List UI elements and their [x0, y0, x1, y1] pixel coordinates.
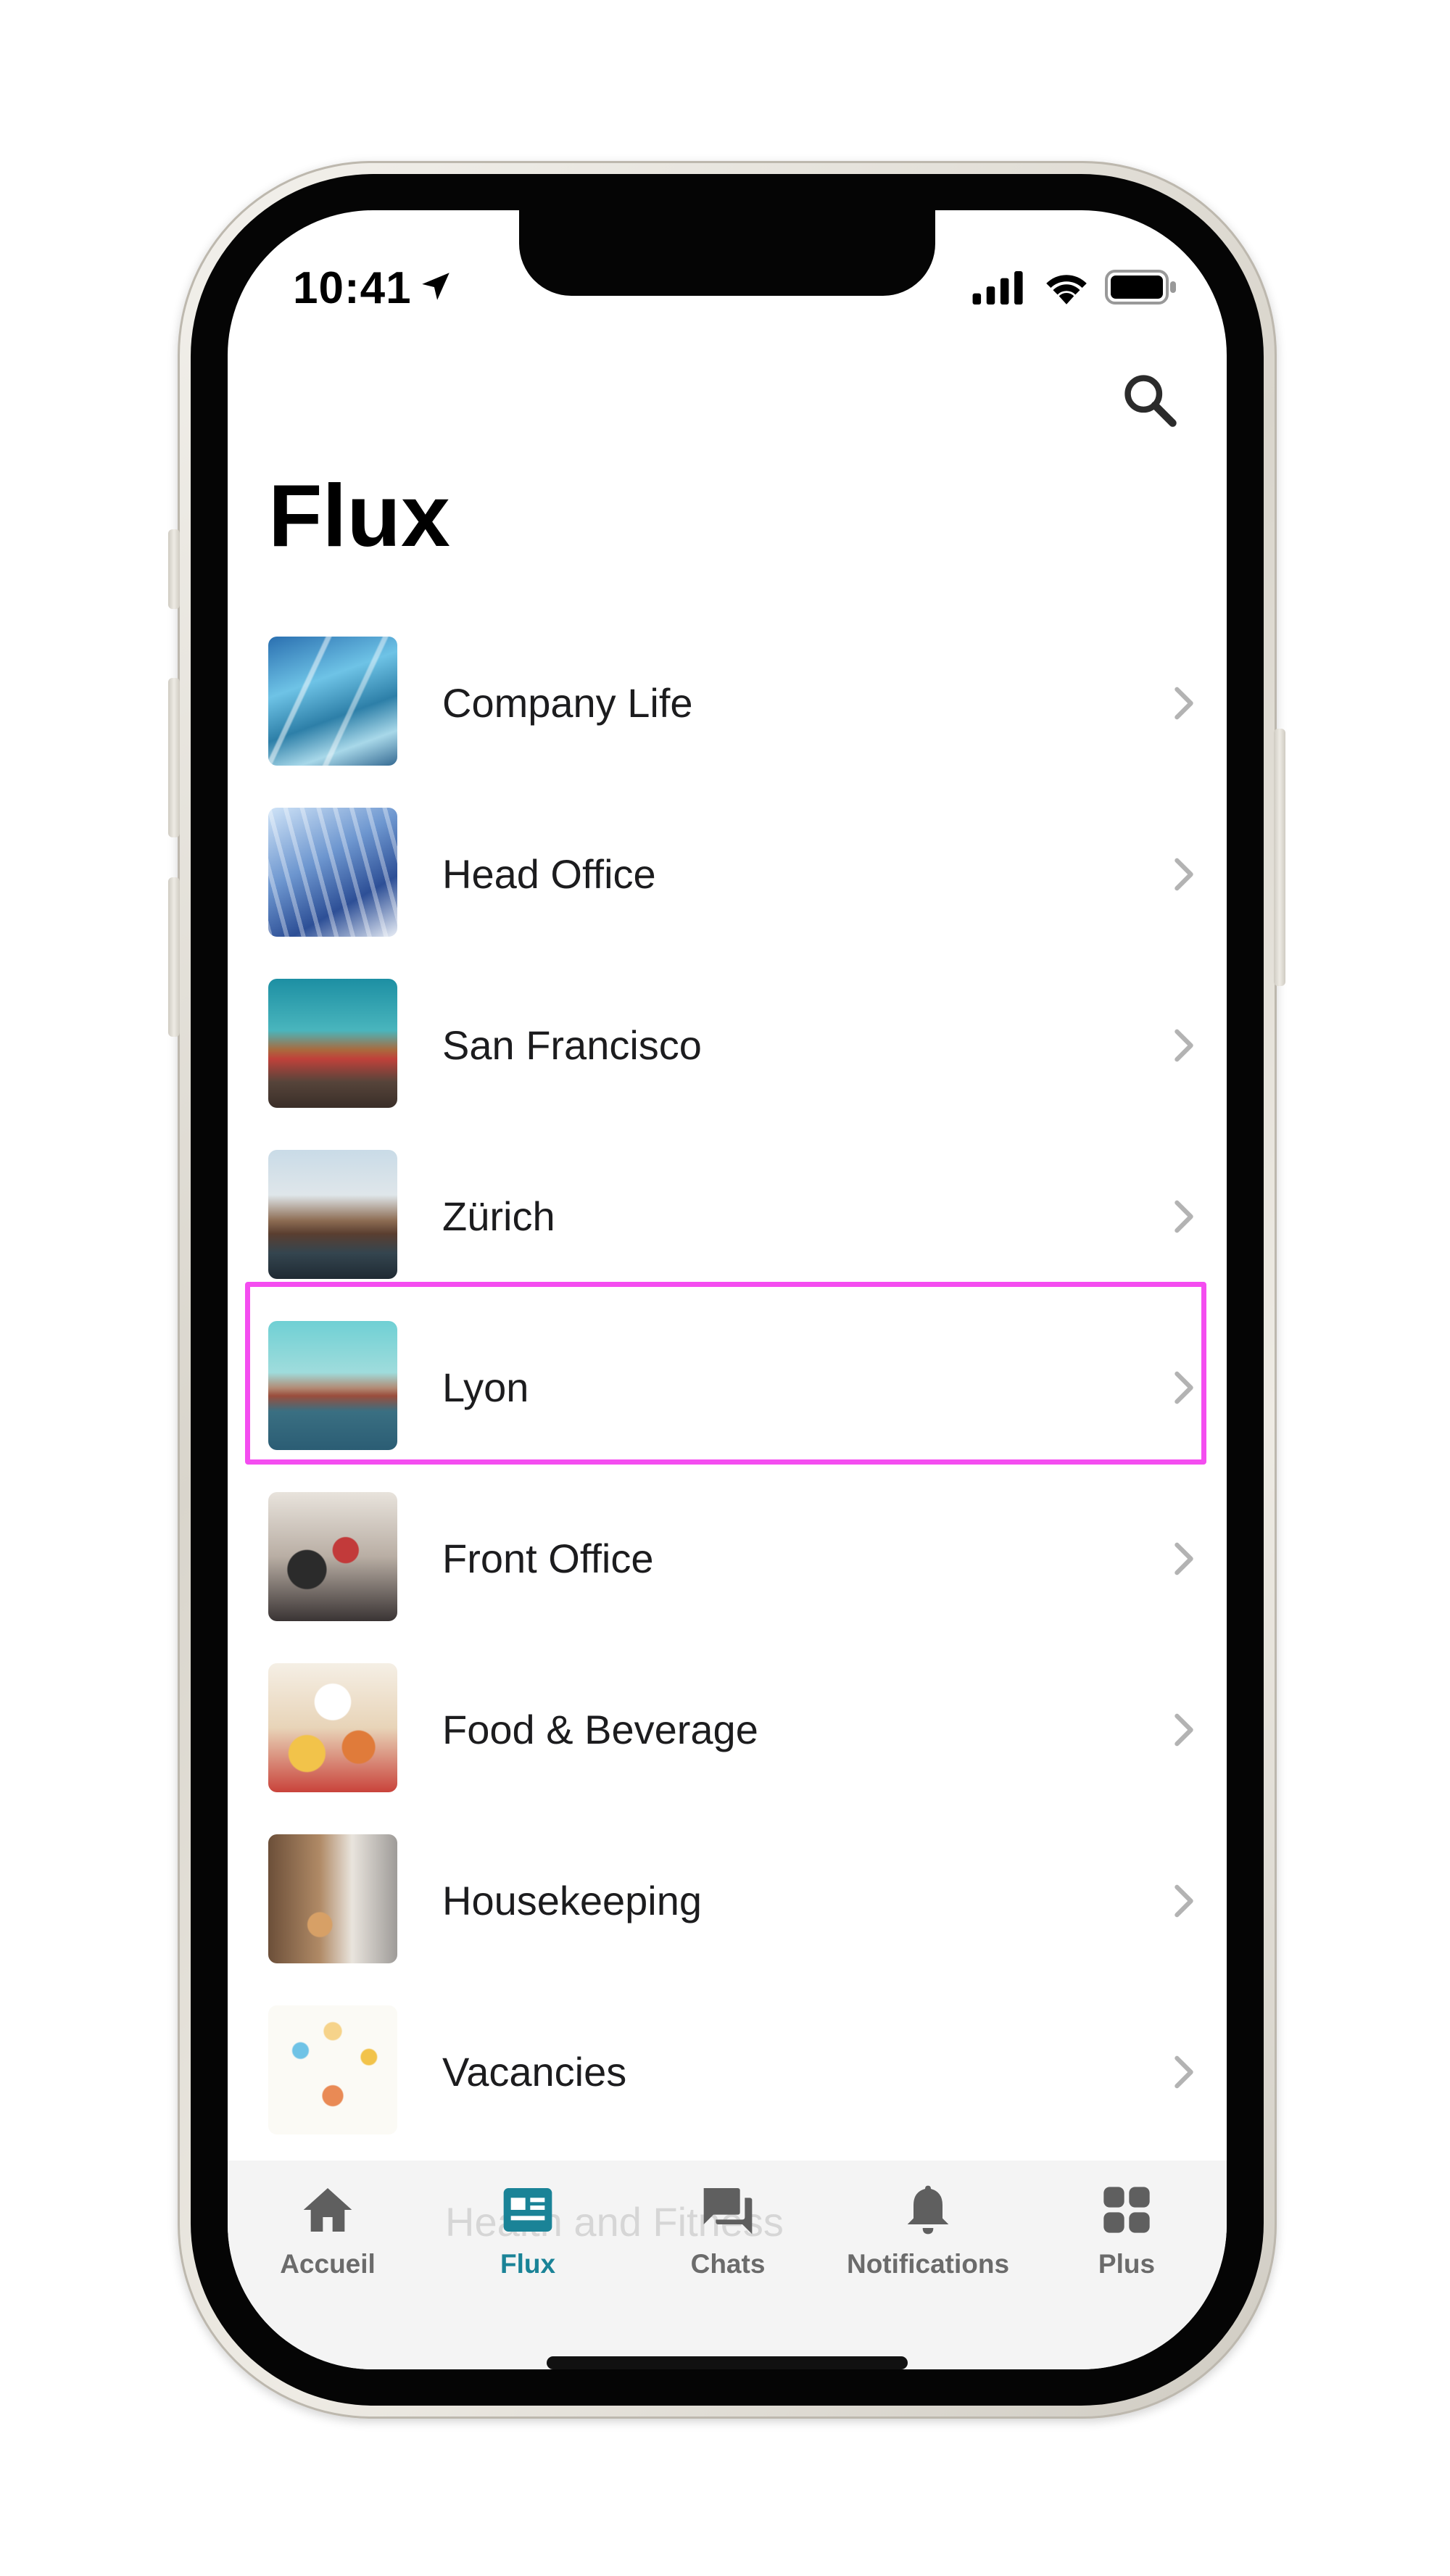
chevron-right-icon	[1174, 1371, 1193, 1404]
feed-label: Zürich	[442, 1193, 555, 1239]
chevron-right-icon	[1174, 1029, 1193, 1062]
feed-row-head-office[interactable]: Head Office	[228, 789, 1227, 960]
feed-row-zurich[interactable]: Zürich	[228, 1131, 1227, 1302]
bell-icon	[907, 2185, 949, 2235]
chat-icon	[703, 2188, 753, 2235]
tab-label: Notifications	[846, 2249, 1010, 2279]
tab-label: Plus	[1098, 2249, 1156, 2279]
chevron-right-icon	[1174, 687, 1193, 720]
feed-row-front-office[interactable]: Front Office	[228, 1473, 1227, 1644]
chevron-right-icon	[1174, 1542, 1193, 1575]
feed-thumbnail	[268, 979, 397, 1108]
status-time: 10:41	[293, 263, 412, 313]
feed-label: Food & Beverage	[442, 1707, 758, 1752]
location-arrow-icon	[422, 273, 450, 300]
grid-icon	[1103, 2187, 1150, 2233]
chevron-right-icon	[1174, 858, 1193, 891]
home-indicator	[547, 2356, 908, 2369]
chevron-right-icon	[1174, 1884, 1193, 1918]
battery-icon	[1105, 270, 1176, 305]
feed-thumbnail	[268, 1321, 397, 1450]
home-icon	[303, 2188, 352, 2232]
feed-label: Head Office	[442, 851, 656, 897]
feed-label: Front Office	[442, 1536, 654, 1581]
tab-label: Chats	[690, 2249, 766, 2279]
tab-label: Accueil	[280, 2249, 376, 2279]
feed-row-san-francisco[interactable]: San Francisco	[228, 960, 1227, 1131]
feed-label: Lyon	[442, 1364, 529, 1410]
volume-down-button	[168, 877, 180, 1037]
tab-chats[interactable]: Chats	[628, 2181, 828, 2304]
page-title: Flux	[268, 466, 450, 565]
feed-thumbnail	[268, 1150, 397, 1279]
tab-flux[interactable]: Flux	[428, 2181, 628, 2304]
feed-label: San Francisco	[442, 1022, 702, 1068]
feed-thumbnail	[268, 808, 397, 937]
notch	[519, 210, 935, 296]
feed-thumbnail	[268, 1492, 397, 1621]
feed-row-food-beverage[interactable]: Food & Beverage	[228, 1644, 1227, 1815]
feed-row-vacancies[interactable]: Vacancies	[228, 1987, 1227, 2158]
feed-label: Housekeeping	[442, 1878, 703, 1923]
tab-bar: Health and Fitness Accueil Flux Chats No…	[228, 2161, 1227, 2369]
feed-row-lyon[interactable]: Lyon	[228, 1302, 1227, 1473]
chevron-right-icon	[1174, 1200, 1193, 1233]
tab-notifications[interactable]: Notifications	[828, 2181, 1028, 2304]
feed-label: Company Life	[442, 680, 693, 726]
tab-accueil[interactable]: Accueil	[228, 2181, 428, 2304]
feed-row-company-life[interactable]: Company Life	[228, 618, 1227, 789]
feed-row-housekeeping[interactable]: Housekeeping	[228, 1815, 1227, 1987]
feed-thumbnail	[268, 2005, 397, 2134]
feed-thumbnail	[268, 637, 397, 766]
silent-switch	[168, 529, 180, 609]
volume-up-button	[168, 678, 180, 837]
feed-thumbnail	[268, 1663, 397, 1792]
tab-label: Flux	[500, 2249, 556, 2279]
chevron-right-icon	[1174, 2055, 1193, 2089]
feed-icon	[503, 2188, 552, 2232]
chevron-right-icon	[1174, 1713, 1193, 1747]
cellular-signal-icon	[972, 271, 1023, 305]
app-screen: 10:41 Flux Company Life Head Office San …	[228, 210, 1227, 2369]
tab-plus[interactable]: Plus	[1027, 2181, 1227, 2304]
feed-thumbnail	[268, 1834, 397, 1963]
wifi-icon	[1046, 275, 1087, 305]
power-button	[1274, 729, 1285, 986]
search-icon[interactable]	[1119, 370, 1180, 431]
feed-label: Vacancies	[442, 2049, 627, 2095]
